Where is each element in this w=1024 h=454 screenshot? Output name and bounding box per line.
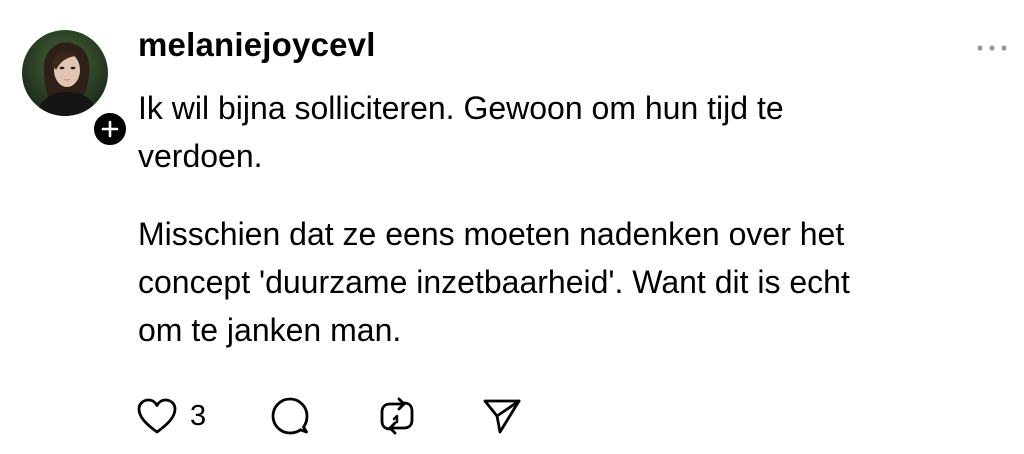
avatar-container[interactable] (22, 30, 131, 150)
reply-button[interactable] (270, 396, 310, 436)
send-icon (481, 396, 523, 436)
plus-icon (101, 120, 119, 138)
like-button[interactable]: 3 (136, 397, 206, 435)
text-line: om te janken man. (138, 312, 402, 348)
more-horizontal-icon (977, 45, 1007, 51)
more-options-button[interactable] (972, 36, 1012, 60)
repost-icon (377, 396, 417, 436)
avatar[interactable] (22, 30, 108, 116)
heart-icon (136, 397, 178, 435)
post-paragraph: Ik wil bijna solliciteren. Gewoon om hun… (138, 84, 998, 180)
follow-button[interactable] (89, 108, 131, 150)
action-bar: 3 (136, 392, 523, 440)
share-button[interactable] (481, 396, 523, 436)
thread-post: melaniejoycevl Ik wil bijna solliciteren… (0, 0, 1024, 454)
avatar-image (22, 30, 108, 116)
like-count: 3 (190, 399, 207, 432)
text-line: concept 'duurzame inzetbaarheid'. Want d… (138, 264, 850, 300)
repost-button[interactable] (377, 396, 417, 436)
post-paragraph: Misschien dat ze eens moeten nadenken ov… (138, 210, 998, 354)
text-line: Misschien dat ze eens moeten nadenken ov… (138, 216, 845, 252)
post-body: Ik wil bijna solliciteren. Gewoon om hun… (138, 84, 998, 354)
username[interactable]: melaniejoycevl (138, 26, 376, 64)
text-line: Ik wil bijna solliciteren. Gewoon om hun… (138, 90, 784, 126)
comment-icon (270, 396, 310, 436)
text-line: verdoen. (138, 138, 263, 174)
